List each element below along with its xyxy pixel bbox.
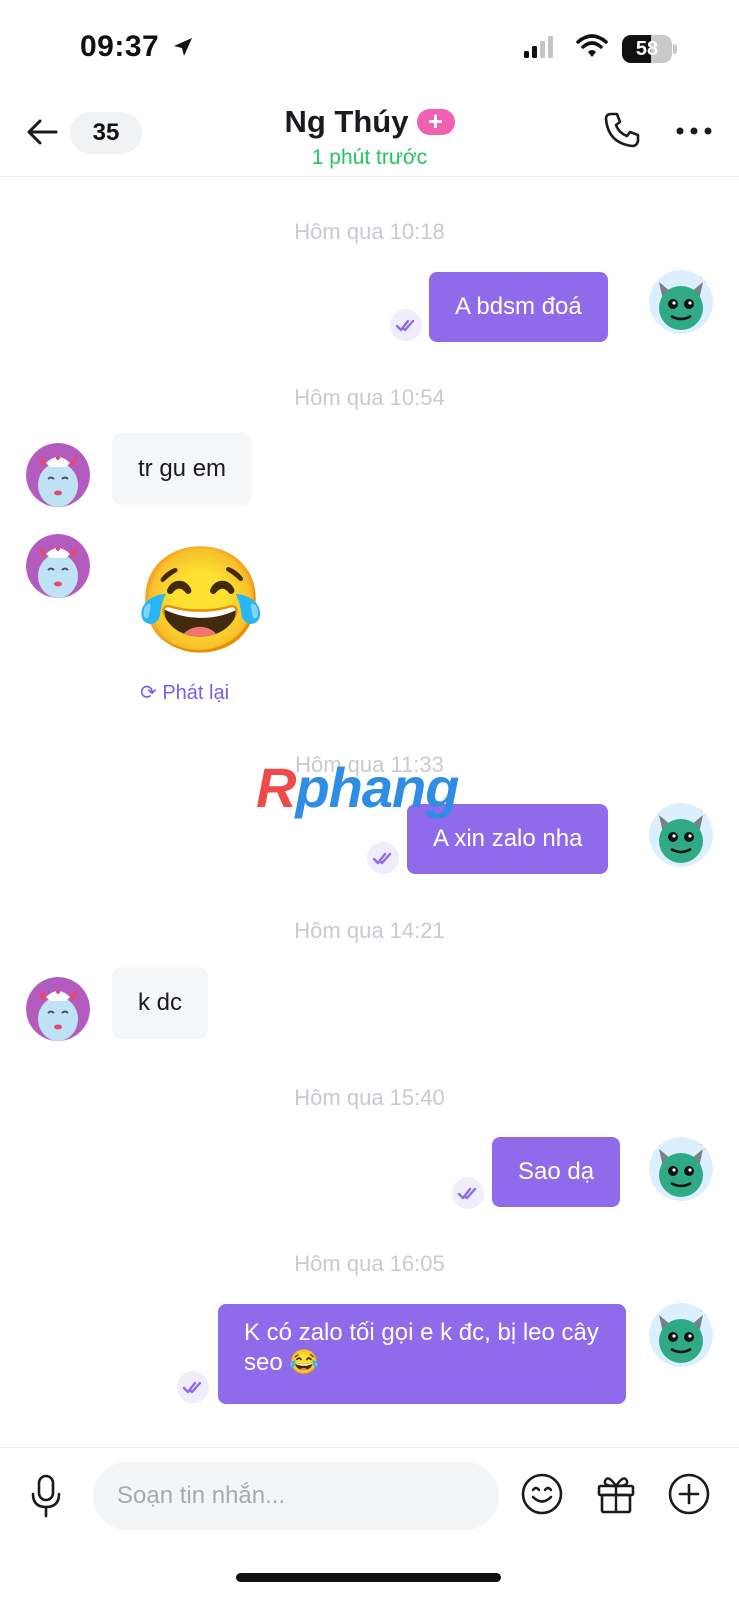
replay-icon: ⟳ [140, 682, 157, 704]
contact-name[interactable]: Ng Thúy [285, 104, 409, 139]
watermark-text: phang [295, 756, 459, 819]
seen-check-icon [452, 1177, 484, 1209]
my-avatar[interactable] [649, 1137, 713, 1201]
emoji-icon[interactable] [520, 1472, 564, 1516]
microphone-icon[interactable] [28, 1474, 64, 1518]
timestamp: Hôm qua 14:21 [294, 918, 445, 943]
message-input[interactable] [93, 1462, 499, 1530]
plus-badge: + [416, 108, 455, 135]
cellular-signal-icon [524, 36, 553, 58]
watermark-logo: Rphang [256, 755, 459, 820]
status-time: 09:37 [80, 30, 160, 63]
replay-button[interactable]: ⟳ Phát lại [140, 680, 229, 705]
my-avatar[interactable] [649, 1303, 713, 1367]
timestamp: Hôm qua 10:54 [294, 385, 445, 410]
outgoing-message[interactable]: A bdsm đoá [429, 272, 608, 342]
message-composer [0, 1447, 739, 1601]
replay-label: Phát lại [162, 682, 230, 704]
more-icon[interactable] [675, 126, 713, 136]
seen-check-icon [177, 1371, 209, 1403]
home-indicator[interactable] [236, 1573, 501, 1582]
incoming-message[interactable]: tr gu em [112, 433, 253, 505]
outgoing-message[interactable]: Sao dạ [492, 1137, 621, 1207]
battery-percent: 58 [635, 38, 659, 60]
location-arrow-icon [174, 38, 192, 56]
my-avatar[interactable] [649, 270, 713, 334]
battery-cap [673, 44, 677, 54]
gift-icon[interactable] [594, 1472, 638, 1516]
chat-header: 35 Ng Thúy + 1 phút trước [0, 100, 739, 177]
status-bar: 09:37 58 [0, 0, 739, 100]
my-avatar[interactable] [649, 803, 713, 867]
timestamp: Hôm qua 15:40 [294, 1085, 445, 1110]
contact-avatar[interactable] [26, 443, 90, 507]
timestamp: Hôm qua 10:18 [294, 219, 445, 244]
timestamp: Hôm qua 16:05 [294, 1251, 445, 1276]
add-icon[interactable] [667, 1472, 711, 1516]
watermark-letter: R [256, 756, 296, 819]
outgoing-message[interactable]: K có zalo tối gọi e k đc, bị leo cây seo… [218, 1304, 626, 1404]
seen-check-icon [390, 309, 422, 341]
phone-icon[interactable] [602, 110, 642, 150]
contact-avatar[interactable] [26, 534, 90, 598]
contact-avatar[interactable] [26, 977, 90, 1041]
wifi-icon [576, 34, 608, 57]
seen-check-icon [367, 842, 399, 874]
battery-icon: 58 [622, 35, 672, 63]
incoming-message[interactable]: k dc [112, 967, 209, 1039]
sticker-tears-of-joy[interactable]: 😂 [136, 549, 266, 653]
